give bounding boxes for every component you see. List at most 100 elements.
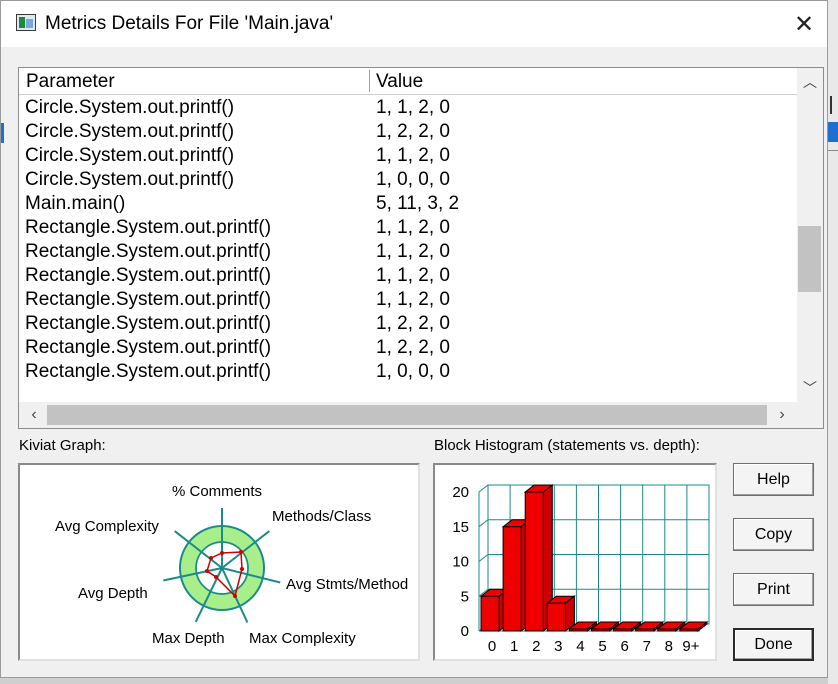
histogram-bar xyxy=(613,628,633,632)
value-cell: 5, 11, 3, 2 xyxy=(376,193,460,214)
app-icon xyxy=(16,14,36,31)
kiviat-svg: % Comments Methods/Class Avg Stmts/Metho… xyxy=(55,483,408,647)
vertical-scroll-thumb[interactable] xyxy=(798,226,821,292)
parameter-cell: Rectangle.System.out.printf() xyxy=(25,337,272,358)
table-body: Circle.System.out.printf() 1, 1, 2, 0 Circ… xyxy=(19,96,797,384)
histogram-x-tick: 6 xyxy=(620,638,628,655)
histogram-x-tick: 3 xyxy=(554,638,562,655)
copy-button[interactable]: Copy xyxy=(733,518,814,551)
column-header-parameter[interactable]: Parameter xyxy=(26,71,115,93)
scroll-left-icon[interactable]: ‹ xyxy=(21,402,47,428)
value-cell: 1, 2, 2, 0 xyxy=(376,313,450,334)
parameter-cell: Rectangle.System.out.printf() xyxy=(25,313,272,334)
histogram-grid-side xyxy=(478,554,489,562)
table-row[interactable]: Rectangle.System.out.printf() 1, 1, 2, 0 xyxy=(19,240,797,264)
table-header: Parameter Value xyxy=(19,68,797,95)
kiviat-axis-label-maxdepth: Max Depth xyxy=(152,630,225,647)
kiviat-axis-label-avgcomplexity: Avg Complexity xyxy=(55,518,159,535)
kiviat-axis-label-comments: % Comments xyxy=(172,483,262,500)
histogram-y-tick: 15 xyxy=(452,519,469,536)
column-divider[interactable] xyxy=(369,70,370,92)
table-row[interactable]: Circle.System.out.printf() 1, 1, 2, 0 xyxy=(19,96,797,120)
table-row[interactable]: Rectangle.System.out.printf() 1, 1, 2, 0 xyxy=(19,264,797,288)
table-row[interactable]: Circle.System.out.printf() 1, 0, 0, 0 xyxy=(19,168,797,192)
kiviat-point-maxdepth xyxy=(214,575,218,579)
done-button[interactable]: Done xyxy=(733,628,814,661)
background-window-divider xyxy=(828,150,838,151)
parameter-cell: Rectangle.System.out.printf() xyxy=(25,289,272,310)
histogram-x-tick: 9+ xyxy=(682,638,699,655)
print-button[interactable]: Print xyxy=(733,573,814,606)
value-cell: 1, 1, 2, 0 xyxy=(376,265,450,286)
histogram-bar xyxy=(524,491,544,632)
histogram-bar xyxy=(591,628,611,632)
background-window-marker xyxy=(830,96,836,114)
histogram-y-tick: 20 xyxy=(452,484,469,501)
value-cell: 1, 0, 0, 0 xyxy=(376,169,450,190)
kiviat-point-methods xyxy=(239,550,243,554)
histogram-svg: 051015200 1 2 3 4 5 6 7 8 9+ xyxy=(452,483,710,655)
metrics-dialog: Metrics Details For File 'Main.java' ✕ P… xyxy=(0,0,828,678)
parameter-cell: Circle.System.out.printf() xyxy=(25,121,235,142)
kiviat-axis-label-methods: Methods/Class xyxy=(272,508,371,525)
kiviat-graph-label: Kiviat Graph: xyxy=(19,437,106,454)
histogram-x-tick: 2 xyxy=(532,638,540,655)
kiviat-graph: % Comments Methods/Class Avg Stmts/Metho… xyxy=(18,463,420,661)
kiviat-point-avgcomplexity xyxy=(209,556,213,560)
value-cell: 1, 1, 2, 0 xyxy=(376,289,450,310)
histogram-x-tick: 4 xyxy=(576,638,584,655)
background-window-selection xyxy=(828,122,838,142)
metrics-table: Parameter Value Circle.System.out.printf… xyxy=(18,67,824,429)
value-cell: 1, 1, 2, 0 xyxy=(376,145,450,166)
parameter-cell: Circle.System.out.printf() xyxy=(25,97,235,118)
parameter-cell: Rectangle.System.out.printf() xyxy=(25,217,272,238)
histogram-grid-side xyxy=(478,519,489,528)
kiviat-axis-label-stmts: Avg Stmts/Method xyxy=(286,576,408,593)
kiviat-point-stmts xyxy=(240,567,244,571)
histogram-y-tick: 10 xyxy=(452,554,469,571)
horizontal-scroll-thumb[interactable] xyxy=(47,405,767,425)
scrollbar-corner xyxy=(797,402,823,428)
window-title: Metrics Details For File 'Main.java' xyxy=(45,13,334,34)
histogram-x-tick: 0 xyxy=(488,638,496,655)
histogram-bar xyxy=(635,628,655,632)
horizontal-scrollbar[interactable]: ‹ › xyxy=(19,402,797,428)
table-row[interactable]: Rectangle.System.out.printf() 1, 1, 2, 0 xyxy=(19,216,797,240)
kiviat-point-avgdepth xyxy=(205,569,209,573)
parameter-cell: Main.main() xyxy=(25,193,126,214)
histogram-bar xyxy=(657,628,677,632)
scroll-right-icon[interactable]: › xyxy=(769,402,795,428)
close-icon[interactable]: ✕ xyxy=(787,9,821,39)
histogram-y-tick: 5 xyxy=(461,588,469,605)
table-row[interactable]: Circle.System.out.printf() 1, 1, 2, 0 xyxy=(19,144,797,168)
histogram-x-tick: 7 xyxy=(643,638,651,655)
help-button[interactable]: Help xyxy=(733,463,814,496)
table-row[interactable]: Rectangle.System.out.printf() 1, 2, 2, 0 xyxy=(19,336,797,360)
parameter-cell: Rectangle.System.out.printf() xyxy=(25,265,272,286)
parameter-cell: Circle.System.out.printf() xyxy=(25,145,235,166)
scroll-up-icon[interactable]: ︿ xyxy=(797,70,823,94)
table-row[interactable]: Rectangle.System.out.printf() 1, 0, 0, 0 xyxy=(19,360,797,384)
value-cell: 1, 2, 2, 0 xyxy=(376,121,450,142)
histogram-x-tick: 1 xyxy=(510,638,518,655)
value-cell: 1, 1, 2, 0 xyxy=(376,97,450,118)
kiviat-axis-label-avgdepth: Avg Depth xyxy=(78,585,148,602)
vertical-scrollbar[interactable]: ︿ ﹀ xyxy=(797,68,823,402)
column-header-value[interactable]: Value xyxy=(376,71,423,93)
table-row[interactable]: Rectangle.System.out.printf() 1, 1, 2, 0 xyxy=(19,288,797,312)
parameter-cell: Circle.System.out.printf() xyxy=(25,169,235,190)
block-histogram: 0 5 10 15 20 0 1 2 3 4 5 6 7 8 9+ xyxy=(433,463,717,661)
histogram-bar xyxy=(679,628,699,632)
value-cell: 1, 2, 2, 0 xyxy=(376,337,450,358)
block-histogram-label: Block Histogram (statements vs. depth): xyxy=(434,437,700,454)
table-row[interactable]: Rectangle.System.out.printf() 1, 2, 2, 0 xyxy=(19,312,797,336)
table-row[interactable]: Circle.System.out.printf() 1, 2, 2, 0 xyxy=(19,120,797,144)
histogram-x-tick: 5 xyxy=(598,638,606,655)
table-row[interactable]: Main.main() 5, 11, 3, 2 xyxy=(19,192,797,216)
histogram-grid-side xyxy=(478,484,489,493)
kiviat-point-maxcomplexity xyxy=(233,594,237,598)
histogram-bar xyxy=(546,602,566,632)
scroll-down-icon[interactable]: ﹀ xyxy=(797,376,823,400)
histogram-bar xyxy=(502,526,522,632)
kiviat-axis-label-maxcomplexity: Max Complexity xyxy=(249,630,356,647)
